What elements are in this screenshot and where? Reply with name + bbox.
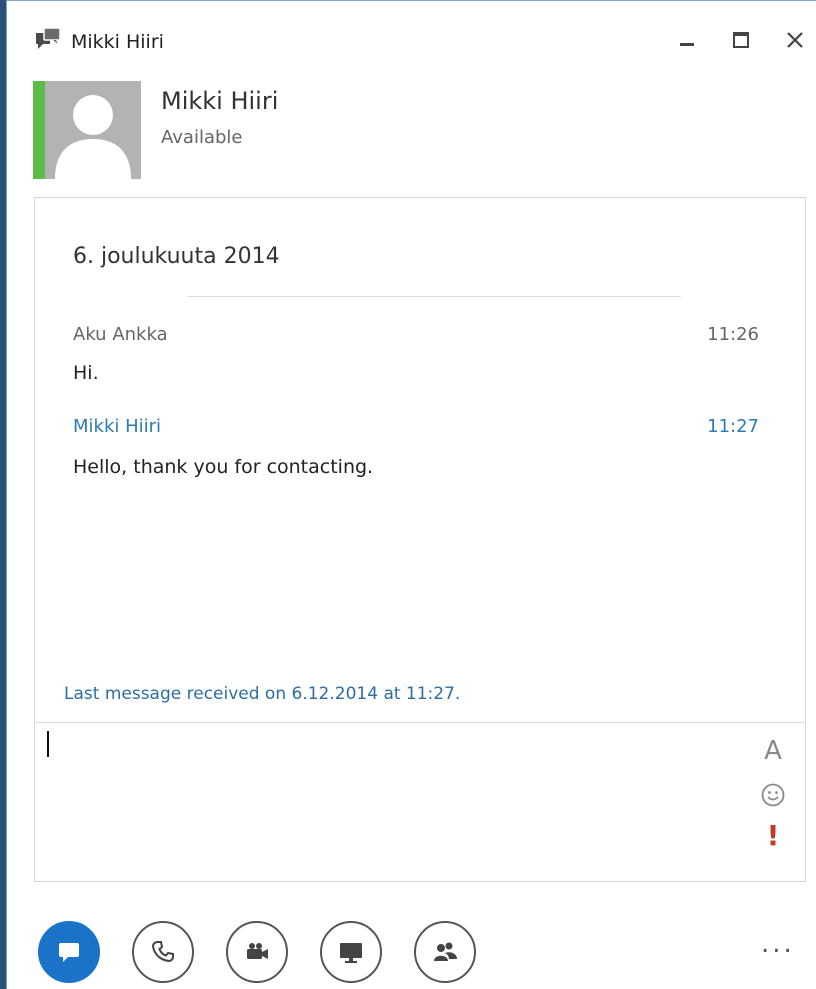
message-text: Hello, thank you for contacting. [73, 456, 374, 478]
close-button[interactable] [778, 23, 812, 57]
default-avatar-icon [45, 81, 141, 179]
modality-toolbar: ... [7, 901, 816, 989]
monitor-icon [340, 943, 362, 963]
phone-icon [151, 941, 174, 963]
message-sender: Mikki Hiiri [73, 416, 162, 437]
message-sender: Aku Ankka [73, 324, 168, 345]
more-options-button[interactable]: ... [761, 931, 805, 959]
conversation-history: 6. joulukuuta 2014 Aku Ankka 11:26 Hi. M… [34, 197, 806, 723]
high-importance-button[interactable]: ! [759, 819, 787, 852]
message-time: 11:27 [707, 416, 759, 437]
contact-name[interactable]: Mikki Hiiri [161, 87, 278, 115]
title-bar: Mikki Hiiri [7, 1, 816, 73]
avatar[interactable] [45, 81, 141, 179]
presence-indicator [33, 81, 45, 179]
message-time: 11:26 [707, 324, 759, 345]
participants-button[interactable] [414, 921, 476, 983]
maximize-icon [733, 32, 749, 48]
compose-area: A ! [34, 722, 806, 882]
present-button[interactable] [320, 921, 382, 983]
minimize-icon [680, 43, 694, 46]
message-text: Hi. [73, 362, 99, 384]
video-camera-icon [247, 943, 268, 959]
video-button[interactable] [226, 921, 288, 983]
message-input[interactable] [45, 729, 735, 869]
smiley-icon [761, 783, 785, 807]
window-title: Mikki Hiiri [71, 31, 164, 53]
date-divider [187, 296, 681, 297]
chat-bubble-icon [59, 943, 79, 962]
contact-header: Mikki Hiiri Available [33, 81, 793, 179]
conversation-date: 6. joulukuuta 2014 [73, 244, 280, 269]
emoticon-button[interactable] [759, 781, 787, 809]
minimize-button[interactable] [670, 23, 704, 57]
contact-status: Available [161, 127, 243, 148]
close-icon [787, 32, 803, 48]
im-button[interactable] [38, 921, 100, 983]
call-button[interactable] [132, 921, 194, 983]
people-icon [434, 942, 457, 961]
last-message-notice: Last message received on 6.12.2014 at 11… [64, 684, 461, 704]
maximize-button[interactable] [724, 23, 758, 57]
font-button[interactable]: A [759, 736, 787, 766]
conversation-window: Mikki Hiiri Mikki Hiiri Available 6. jou… [6, 0, 816, 989]
conversation-app-icon [35, 27, 61, 53]
